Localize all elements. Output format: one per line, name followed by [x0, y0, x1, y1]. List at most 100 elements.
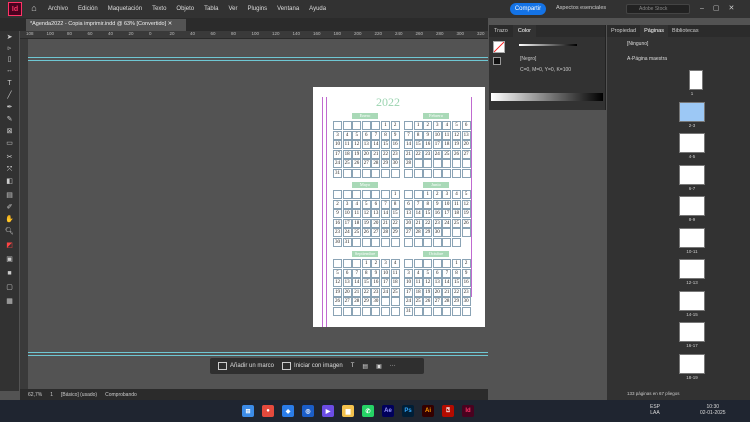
day-cell — [380, 297, 390, 306]
none-master[interactable]: [Ninguno] — [627, 41, 648, 47]
stock-search-input[interactable]: Adobe Stock — [626, 4, 690, 14]
window-controls[interactable]: –▢✕ — [700, 4, 743, 12]
page-thumbnail[interactable] — [679, 164, 705, 185]
style-status[interactable]: [Básico] (usado) — [61, 392, 97, 398]
language-indicator[interactable]: ESP LAA — [650, 404, 660, 416]
page-thumbnail[interactable] — [679, 133, 705, 153]
zoom-level[interactable]: 62,7% — [28, 392, 42, 398]
acrobat-icon[interactable]: ⍰ — [442, 405, 454, 417]
day-cell: 29 — [361, 297, 371, 306]
direct-selection-tool-icon[interactable]: ▹ — [4, 44, 15, 53]
home-icon[interactable]: ⌂ — [28, 3, 40, 15]
day-cell — [404, 237, 413, 247]
pen-tool-icon[interactable]: ✒ — [4, 103, 15, 112]
close-icon[interactable]: ✕ — [168, 21, 173, 27]
page-tool-icon[interactable]: ▯ — [4, 55, 15, 64]
tab-color[interactable]: Color — [512, 25, 537, 37]
guide-line[interactable] — [28, 60, 488, 61]
menu-3[interactable]: Texto — [152, 6, 166, 12]
day-cell — [390, 168, 400, 178]
page-thumbnail-label: 4-5 — [688, 154, 696, 159]
menu-7[interactable]: Plugins — [247, 6, 267, 12]
menu-6[interactable]: Ver — [228, 6, 237, 12]
free-transform-tool-icon[interactable]: ⤧ — [4, 165, 15, 174]
fill-stroke-icon[interactable]: ◩ — [4, 241, 15, 250]
zoom-tool-icon[interactable]: 🔍︎ — [4, 227, 15, 236]
illustrator-icon[interactable]: Ai — [422, 405, 434, 417]
menu-1[interactable]: Edición — [78, 6, 98, 12]
rectangle-tool-icon[interactable]: ▭ — [4, 139, 15, 148]
menu-4[interactable]: Objeto — [176, 6, 194, 12]
color-ramp[interactable] — [491, 93, 603, 101]
normal-mode-icon[interactable]: ▢ — [4, 283, 15, 292]
document-page[interactable]: 2022 Enero 1 2 3 4 5 6 7 8 9 10 11 12 13 14 15 16 17 18 19 2… — [313, 87, 485, 327]
vertical-ruler[interactable] — [20, 39, 28, 389]
eyedropper-tool-icon[interactable]: ✐ — [4, 203, 15, 212]
rectangle-frame-tool-icon[interactable]: ⊠ — [4, 127, 15, 136]
clock[interactable]: 10:30 02-01-2025 — [700, 404, 726, 416]
start-image-button[interactable]: Iniciar con imagen — [282, 362, 343, 370]
fill-swatch-icon[interactable] — [493, 41, 505, 53]
preflight-status[interactable]: Comprobando — [105, 392, 137, 398]
stroke-swatch-icon[interactable] — [493, 57, 501, 65]
guide-line[interactable] — [28, 352, 488, 353]
document-icon[interactable]: ▤ — [362, 363, 368, 370]
note-tool-icon[interactable]: ▤ — [4, 191, 15, 200]
gradient-tool-icon[interactable]: ◧ — [4, 177, 15, 186]
gap-tool-icon[interactable]: ↔ — [4, 66, 15, 75]
guide-line[interactable] — [28, 355, 488, 356]
page-thumbnail[interactable] — [679, 196, 705, 216]
guide-line[interactable] — [28, 57, 488, 58]
a-master[interactable]: A-Página maestra — [627, 56, 667, 62]
day-cell — [461, 306, 471, 316]
formatting-icon[interactable]: ▣ — [4, 255, 15, 264]
tint-slider[interactable] — [519, 44, 577, 46]
preview-mode-icon[interactable]: ▦ — [4, 297, 15, 306]
menu-8[interactable]: Ventana — [277, 6, 299, 12]
scissors-tool-icon[interactable]: ✂ — [4, 153, 15, 162]
indesign-taskbar-icon[interactable]: Id — [462, 405, 474, 417]
page-thumbnail[interactable] — [679, 322, 705, 342]
folder-icon[interactable]: ▆ — [342, 405, 354, 417]
page-thumbnail[interactable] — [679, 227, 705, 248]
tab-properties[interactable]: Propiedad — [607, 25, 640, 37]
page-thumbnail[interactable] — [679, 290, 705, 311]
menu-0[interactable]: Archivo — [48, 6, 68, 12]
share-button[interactable]: Compartir — [510, 3, 546, 15]
apply-color-icon[interactable]: ■ — [4, 269, 15, 278]
line-tool-icon[interactable]: ╱ — [4, 91, 15, 100]
text-icon[interactable]: T — [351, 363, 355, 369]
day-cell: 3 — [404, 268, 413, 278]
page-thumbnail[interactable] — [679, 259, 705, 279]
whatsapp-icon[interactable]: ✆ — [362, 405, 374, 417]
windows-start-icon[interactable]: ⊞ — [242, 405, 254, 417]
tab-libraries[interactable]: Bibliotecas — [668, 25, 703, 37]
chrome-icon[interactable]: ● — [262, 405, 274, 417]
day-cell: 26 — [461, 218, 471, 228]
hand-tool-icon[interactable]: ✋ — [4, 215, 15, 224]
pencil-tool-icon[interactable]: ✎ — [4, 115, 15, 124]
copilot-icon[interactable]: ◆ — [282, 405, 294, 417]
page-thumbnail[interactable] — [679, 353, 705, 374]
page-thumbnail[interactable] — [679, 101, 705, 122]
menu-5[interactable]: Tabla — [204, 6, 218, 12]
page-thumbnail[interactable] — [689, 70, 703, 90]
tab-pages[interactable]: Páginas — [640, 25, 668, 37]
frame-fit-icon[interactable]: ▣ — [376, 363, 382, 370]
add-frame-button[interactable]: Añadir un marco — [218, 362, 274, 370]
edge-icon[interactable]: ◎ — [302, 405, 314, 417]
type-tool-icon[interactable]: T — [4, 79, 15, 88]
workspace-selector[interactable]: Aspectos esenciales — [556, 5, 606, 11]
day-cell — [371, 168, 381, 178]
more-options-button[interactable]: ··· — [390, 363, 396, 369]
document-tab[interactable]: *Agenda2022 - Copia imprimir.indd @ 63% … — [26, 19, 186, 31]
selection-tool-icon[interactable]: ➤ — [4, 33, 15, 42]
menu-9[interactable]: Ayuda — [309, 6, 326, 12]
menu-2[interactable]: Maquetación — [108, 6, 142, 12]
after-effects-icon[interactable]: Ae — [382, 405, 394, 417]
horizontal-ruler[interactable]: 108 100 80 60 40 20 0 20 40 60 80 100 120 140 160 180 20… — [20, 31, 488, 39]
media-icon[interactable]: ▶ — [322, 405, 334, 417]
photoshop-icon[interactable]: Ps — [402, 405, 414, 417]
page-number[interactable]: 1 — [50, 392, 53, 398]
tab-stroke[interactable]: Trazo — [489, 25, 513, 37]
